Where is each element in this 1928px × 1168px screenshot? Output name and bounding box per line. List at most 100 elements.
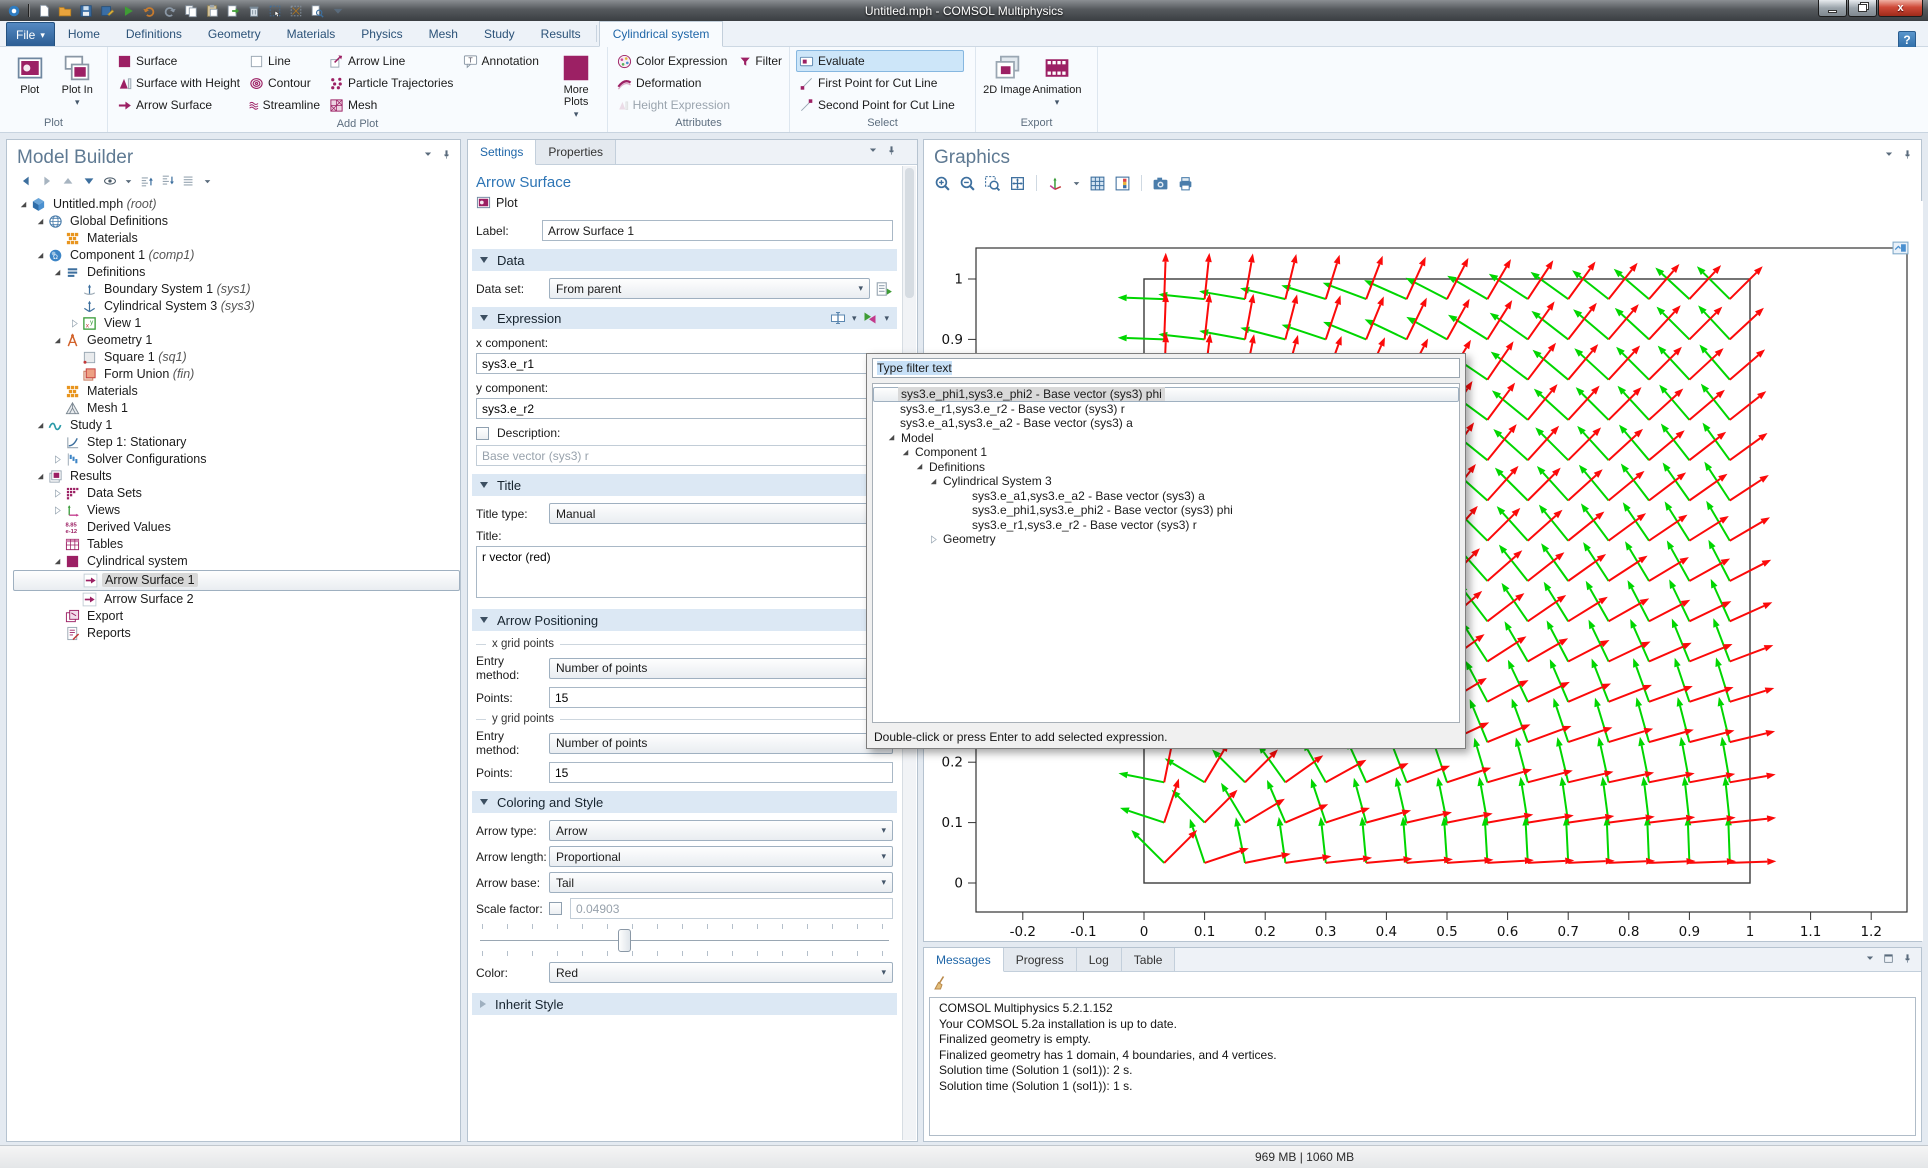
minimize-button[interactable] xyxy=(1818,0,1847,17)
scale-factor-checkbox[interactable] xyxy=(549,902,562,915)
expanded-icon[interactable] xyxy=(886,432,897,443)
section-inherit-style[interactable]: Inherit Style xyxy=(472,993,897,1015)
messages-tab-messages[interactable]: Messages xyxy=(924,948,1004,972)
ribbon-button-line[interactable]: Line xyxy=(246,50,326,72)
expression-item[interactable]: sys3.e_r1,sys3.e_r2 - Base vector (sys3)… xyxy=(873,402,1459,417)
zoom-in-button[interactable] xyxy=(934,175,951,192)
insert-expression-button[interactable] xyxy=(862,310,878,326)
redo-button[interactable] xyxy=(160,2,179,19)
plot-settings-icon[interactable] xyxy=(1892,240,1909,257)
ribbon-tab-cylindrical-system[interactable]: Cylindrical system xyxy=(599,21,724,47)
tree-item-definitions[interactable]: Definitions xyxy=(13,264,460,281)
ribbon-button-arrow-line[interactable]: Arrow Line xyxy=(326,50,460,72)
title-field[interactable] xyxy=(476,546,893,598)
zoom-out-button[interactable] xyxy=(959,175,976,192)
scale-factor-slider[interactable] xyxy=(478,924,891,958)
panel-menu-icon[interactable] xyxy=(1884,149,1894,160)
camera-button[interactable] xyxy=(1152,175,1169,192)
tree-item-geometry-1[interactable]: Geometry 1 xyxy=(13,332,460,349)
select-off-button[interactable] xyxy=(286,2,305,19)
messages-tab-progress[interactable]: Progress xyxy=(1004,948,1077,971)
expanded-icon[interactable] xyxy=(35,471,46,482)
clear-messages-button[interactable] xyxy=(932,975,948,991)
collapsed-icon[interactable] xyxy=(52,488,63,499)
printer-button[interactable] xyxy=(1177,175,1194,192)
colorbar-toggle-button[interactable] xyxy=(1114,175,1131,192)
zoom-box-button[interactable] xyxy=(984,175,1001,192)
maximize-icon[interactable] xyxy=(1883,953,1894,964)
nav-up-button[interactable] xyxy=(61,173,75,188)
ribbon-tab-materials[interactable]: Materials xyxy=(274,21,349,46)
tree-item-export[interactable]: Export xyxy=(13,608,460,625)
tree-item-materials[interactable]: Materials xyxy=(13,383,460,400)
arrow-type-select[interactable]: Arrow ▾ xyxy=(549,820,893,841)
tree-item-cylindrical-system[interactable]: Cylindrical system xyxy=(13,553,460,570)
y-points-field[interactable] xyxy=(549,762,893,783)
section-expression[interactable]: Expression ▾ ▾ xyxy=(472,307,897,329)
run-button[interactable] xyxy=(118,2,137,19)
ribbon-tab-study[interactable]: Study xyxy=(471,21,528,46)
section-title-bar[interactable]: Title xyxy=(472,474,897,496)
expression-item[interactable]: sys3.e_a1,sys3.e_a2 - Base vector (sys3)… xyxy=(873,489,1459,504)
tree-item-view-1[interactable]: xyView 1 xyxy=(13,315,460,332)
tab-settings[interactable]: Settings xyxy=(468,140,536,165)
expression-item[interactable]: Model xyxy=(873,431,1459,446)
tree-item-views[interactable]: Views xyxy=(13,502,460,519)
tree-item-tables[interactable]: Tables xyxy=(13,536,460,553)
title-type-select[interactable]: Manual ▾ xyxy=(549,503,893,524)
tree-item-reports[interactable]: Reports xyxy=(13,625,460,642)
tree-item-form-union[interactable]: Form Union (fin) xyxy=(13,366,460,383)
tree-item-step-1-stationary[interactable]: Step 1: Stationary xyxy=(13,434,460,451)
y-component-field[interactable] xyxy=(476,398,893,419)
expression-item[interactable]: Definitions xyxy=(873,460,1459,475)
ribbon-button-contour[interactable]: Contour xyxy=(246,72,326,94)
caret-down-button[interactable] xyxy=(1072,176,1081,190)
section-arrow-positioning[interactable]: Arrow Positioning xyxy=(472,609,897,631)
tree-item-arrow-surface-1[interactable]: Arrow Surface 1 xyxy=(13,570,460,591)
pin-icon[interactable] xyxy=(441,149,452,160)
ribbon-button-animation[interactable]: Animation▾ xyxy=(1032,50,1082,114)
tree-item-cylindrical-system-3[interactable]: Cylindrical System 3 (sys3) xyxy=(13,298,460,315)
expanded-icon[interactable] xyxy=(52,267,63,278)
ribbon-button-streamline[interactable]: Streamline xyxy=(246,94,326,116)
file-menu-button[interactable]: File ▾ xyxy=(6,22,55,46)
ribbon-button-particle-trajectories[interactable]: Particle Trajectories xyxy=(326,72,460,94)
plot-button[interactable]: Plot xyxy=(476,195,893,210)
ribbon-button-filter[interactable]: Filter xyxy=(736,50,788,72)
expression-item[interactable]: sys3.e_phi1,sys3.e_phi2 - Base vector (s… xyxy=(873,503,1459,518)
panel-menu-icon[interactable] xyxy=(868,145,878,156)
pin-icon[interactable] xyxy=(1902,149,1913,160)
messages-tab-log[interactable]: Log xyxy=(1077,948,1122,971)
new-file-button[interactable] xyxy=(34,2,53,19)
replace-expression-button[interactable] xyxy=(830,310,846,326)
expression-item[interactable]: Component 1 xyxy=(873,445,1459,460)
ribbon-tab-geometry[interactable]: Geometry xyxy=(195,21,274,46)
paste-button[interactable] xyxy=(202,2,221,19)
ribbon-button-2d-image[interactable]: 2D Image xyxy=(982,50,1032,114)
tree-item-derived-values[interactable]: 8.85e-12Derived Values xyxy=(13,519,460,536)
collapsed-icon[interactable] xyxy=(52,505,63,516)
collapsed-icon[interactable] xyxy=(52,454,63,465)
x-points-field[interactable] xyxy=(549,687,893,708)
label-field[interactable] xyxy=(542,220,893,241)
pin-icon[interactable] xyxy=(886,145,897,156)
slider-handle[interactable] xyxy=(618,929,631,952)
ribbon-button-surface[interactable]: Surface xyxy=(114,50,246,72)
ribbon-tab-definitions[interactable]: Definitions xyxy=(113,21,195,46)
expression-item[interactable]: sys3.e_phi1,sys3.e_phi2 - Base vector (s… xyxy=(873,387,1459,402)
ribbon-button-plot[interactable]: Plot xyxy=(6,50,54,114)
expanded-icon[interactable] xyxy=(35,216,46,227)
expression-item[interactable]: Geometry xyxy=(873,532,1459,547)
ribbon-tab-results[interactable]: Results xyxy=(528,21,594,46)
tree-item-global-definitions[interactable]: Global Definitions xyxy=(13,213,460,230)
ribbon-button-mesh[interactable]: Mesh xyxy=(326,94,460,116)
caret-down-button[interactable] xyxy=(124,173,133,187)
tree-item-solver-configurations[interactable]: Solver Configurations xyxy=(13,451,460,468)
y-entry-method-select[interactable]: Number of points ▾ xyxy=(549,733,893,754)
import-button[interactable] xyxy=(223,2,242,19)
eye-button[interactable] xyxy=(103,173,117,188)
ribbon-button-annotation[interactable]: TAnnotation xyxy=(460,50,552,72)
filter-input[interactable]: Type filter text xyxy=(872,358,1460,378)
zoom-extents-button[interactable] xyxy=(1009,175,1026,192)
messages-tab-table[interactable]: Table xyxy=(1122,948,1176,971)
